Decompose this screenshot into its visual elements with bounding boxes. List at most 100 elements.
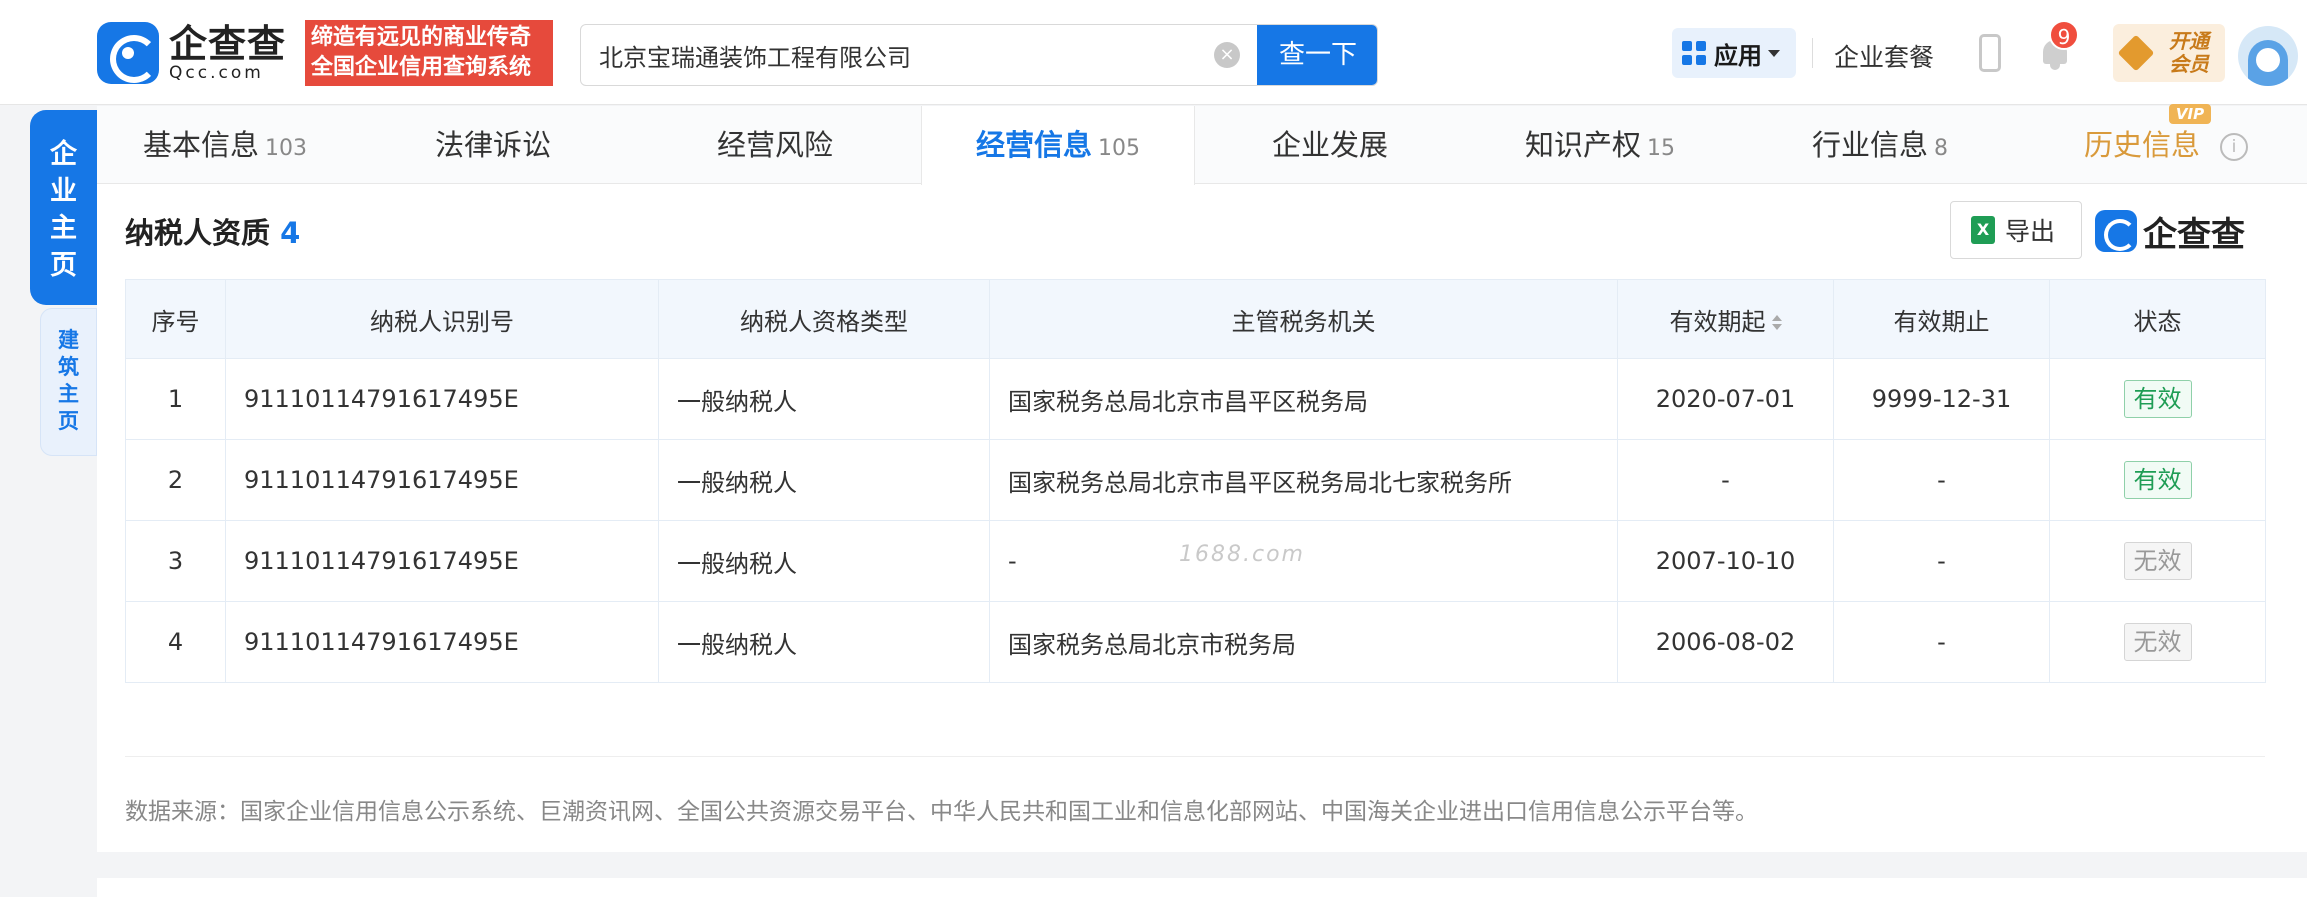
cell-no: 2 bbox=[125, 439, 226, 521]
logo-text-en: Qcc.com bbox=[169, 63, 264, 83]
status-badge: 有效 bbox=[2123, 380, 2192, 418]
status-badge: 无效 bbox=[2123, 623, 2192, 661]
side-tab-construction-home-label: 建筑主页 bbox=[58, 328, 79, 433]
cell-status: 有效 bbox=[2049, 439, 2266, 521]
section-title-text: 纳税人资质 bbox=[125, 216, 271, 250]
vip-label-line-1: 开通 bbox=[2169, 29, 2209, 53]
open-vip-button[interactable]: 开通 会员 bbox=[2113, 24, 2225, 82]
tab-count: 103 bbox=[265, 136, 307, 161]
cell-end-date: - bbox=[1833, 439, 2050, 521]
qcc-brand-icon bbox=[2095, 210, 2137, 252]
apps-label: 应用 bbox=[1714, 41, 1762, 70]
user-avatar[interactable] bbox=[2238, 26, 2298, 86]
export-button[interactable]: X 导出 bbox=[1950, 201, 2082, 259]
data-source-note: 数据来源：国家企业信用信息公示系统、巨潮资讯网、全国公共资源交易平台、中华人民共… bbox=[125, 799, 1758, 825]
tab-count: 105 bbox=[1098, 136, 1140, 161]
slogan-line-2: 全国企业信用查询系统 bbox=[311, 55, 532, 80]
tab-label: 经营风险 bbox=[716, 128, 833, 162]
tab-legal-litigation[interactable]: 法律诉讼 bbox=[353, 106, 633, 184]
next-section-card bbox=[97, 878, 2307, 897]
cell-status: 无效 bbox=[2049, 601, 2266, 683]
cell-authority: 国家税务总局北京市昌平区税务局北七家税务所 bbox=[989, 439, 1618, 521]
apps-grid-icon bbox=[1682, 41, 1706, 65]
header-start-date-label: 有效期起 bbox=[1669, 307, 1766, 336]
side-tab-company-home-label: 企业主页 bbox=[50, 139, 77, 281]
search-input[interactable] bbox=[581, 25, 1251, 85]
tab-count: 15 bbox=[1647, 136, 1675, 161]
cell-end-date: - bbox=[1833, 601, 2050, 683]
main-content-card: 基本信息 103 法律诉讼 经营风险 经营信息 105 企业发展 知识产权 15 行业… bbox=[97, 104, 2307, 852]
cell-no: 3 bbox=[125, 520, 226, 602]
header-no: 序号 bbox=[125, 279, 226, 359]
clear-icon[interactable]: × bbox=[1214, 42, 1240, 68]
qcc-logo[interactable]: 企查查 Qcc.com bbox=[97, 22, 299, 84]
vip-tag: VIP bbox=[2169, 104, 2211, 124]
excel-icon: X bbox=[1971, 216, 1995, 244]
tab-business-risk[interactable]: 经营风险 bbox=[633, 106, 917, 184]
watermark: 1688.com bbox=[1179, 542, 1305, 567]
qcc-brand-mark: 企查查 bbox=[2095, 209, 2245, 255]
table-row: 4 91110114791617495E 一般纳税人 国家税务总局北京市税务局 … bbox=[125, 601, 2266, 683]
taxpayer-table: 序号 纳税人识别号 纳税人资格类型 主管税务机关 有效期起 有效期止 状态 1 … bbox=[125, 279, 2266, 683]
info-icon[interactable]: i bbox=[2220, 133, 2248, 161]
vip-label-line-2: 会员 bbox=[2169, 52, 2209, 76]
mobile-phone-icon[interactable] bbox=[1979, 34, 2001, 72]
caret-down-icon bbox=[1768, 49, 1780, 57]
tab-label: 经营信息 bbox=[975, 128, 1092, 162]
cell-no: 4 bbox=[125, 601, 226, 683]
tab-industry-info[interactable]: 行业信息 8 bbox=[1735, 106, 2025, 184]
side-tab-company-home[interactable]: 企业主页 bbox=[30, 110, 97, 305]
logo-text-cn: 企查查 bbox=[169, 22, 287, 66]
tab-intellectual-property[interactable]: 知识产权 15 bbox=[1465, 106, 1735, 184]
header-type: 纳税人资格类型 bbox=[658, 279, 990, 359]
cell-type: 一般纳税人 bbox=[658, 439, 990, 521]
qcc-logo-icon bbox=[97, 22, 159, 84]
cell-status: 有效 bbox=[2049, 358, 2266, 440]
header-authority: 主管税务机关 bbox=[989, 279, 1618, 359]
tab-label: 知识产权 bbox=[1524, 128, 1641, 162]
enterprise-package-link[interactable]: 企业套餐 bbox=[1834, 38, 1934, 74]
tab-label: 法律诉讼 bbox=[434, 128, 551, 162]
cell-type: 一般纳税人 bbox=[658, 601, 990, 683]
tab-enterprise-development[interactable]: 企业发展 bbox=[1195, 106, 1465, 184]
side-tab-construction-home[interactable]: 建筑主页 bbox=[40, 308, 97, 456]
table-row: 1 91110114791617495E 一般纳税人 国家税务总局北京市昌平区税… bbox=[125, 358, 2266, 440]
cell-end-date: 9999-12-31 bbox=[1833, 358, 2050, 440]
cell-type: 一般纳税人 bbox=[658, 520, 990, 602]
cell-tax-id: 91110114791617495E bbox=[225, 601, 659, 683]
cell-start-date: - bbox=[1617, 439, 1834, 521]
vip-diamond-icon bbox=[2117, 34, 2155, 72]
cell-tax-id: 91110114791617495E bbox=[225, 358, 659, 440]
cell-type: 一般纳税人 bbox=[658, 358, 990, 440]
footer-divider bbox=[125, 756, 2265, 757]
tab-count: 8 bbox=[1934, 136, 1948, 161]
cell-start-date: 2020-07-01 bbox=[1617, 358, 1834, 440]
export-label: 导出 bbox=[2005, 217, 2056, 246]
status-badge: 有效 bbox=[2123, 461, 2192, 499]
apps-button[interactable]: 应用 bbox=[1672, 28, 1796, 78]
notification-badge: 9 bbox=[2049, 20, 2079, 50]
table-header-row: 序号 纳税人识别号 纳税人资格类型 主管税务机关 有效期起 有效期止 状态 bbox=[125, 279, 2266, 359]
header-status: 状态 bbox=[2049, 279, 2266, 359]
tab-label: 基本信息 bbox=[142, 128, 259, 162]
tab-label: 历史信息 bbox=[2083, 128, 2200, 162]
tab-basic-info[interactable]: 基本信息 103 bbox=[97, 106, 353, 184]
section-title: 纳税人资质 4 bbox=[125, 210, 300, 252]
slogan-line-1: 缔造有远见的商业传奇 bbox=[311, 25, 532, 50]
table-row: 2 91110114791617495E 一般纳税人 国家税务总局北京市昌平区税… bbox=[125, 439, 2266, 521]
search-button[interactable]: 查一下 bbox=[1257, 25, 1377, 85]
slogan-banner: 缔造有远见的商业传奇 全国企业信用查询系统 bbox=[305, 20, 553, 86]
header-tax-id: 纳税人识别号 bbox=[225, 279, 659, 359]
cell-no: 1 bbox=[125, 358, 226, 440]
status-badge: 无效 bbox=[2123, 542, 2192, 580]
qcc-brand-text: 企查查 bbox=[2143, 214, 2245, 255]
header-start-date[interactable]: 有效期起 bbox=[1617, 279, 1834, 359]
tab-label: 行业信息 bbox=[1811, 128, 1928, 162]
cell-end-date: - bbox=[1833, 520, 2050, 602]
cell-tax-id: 91110114791617495E bbox=[225, 520, 659, 602]
cell-tax-id: 91110114791617495E bbox=[225, 439, 659, 521]
sort-icon[interactable] bbox=[1771, 314, 1782, 331]
section-count: 4 bbox=[280, 216, 301, 250]
tab-business-info[interactable]: 经营信息 105 bbox=[921, 106, 1195, 185]
section-tab-bar: 基本信息 103 法律诉讼 经营风险 经营信息 105 企业发展 知识产权 15 行业… bbox=[97, 104, 2307, 185]
